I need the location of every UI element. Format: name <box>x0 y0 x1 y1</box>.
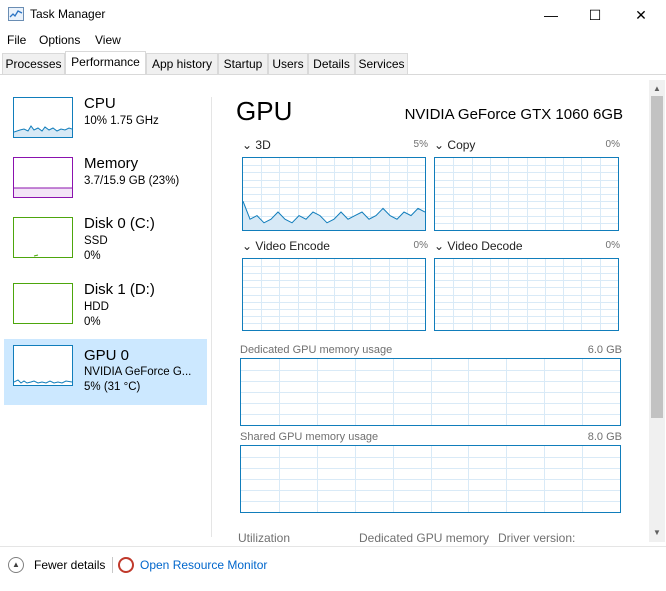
sidebar-item-label: Disk 1 (D:) <box>84 281 155 298</box>
stat-utilization-label: Utilization <box>238 531 291 545</box>
memory-thumbnail-graph <box>13 157 73 198</box>
menu-options[interactable]: Options <box>39 33 80 47</box>
close-icon: ✕ <box>635 6 647 23</box>
chevron-down-icon: ⌄ <box>434 239 445 253</box>
tab-services[interactable]: Services <box>355 53 408 74</box>
menu-view[interactable]: View <box>95 33 121 47</box>
open-resource-monitor-link[interactable]: Open Resource Monitor <box>140 558 267 572</box>
graph-copy <box>434 157 619 231</box>
engine-selector-3d[interactable]: ⌄ 3D <box>242 138 271 152</box>
graph-3d-grid <box>243 158 425 230</box>
sidebar-item-label: CPU <box>84 95 116 112</box>
window-title: Task Manager <box>30 7 106 21</box>
sidebar-item-memory[interactable]: Memory 3.7/15.9 GB (23%) <box>4 151 207 217</box>
engine-percent-video-decode: 0% <box>605 240 620 251</box>
graph-shared-grid <box>241 446 620 512</box>
scroll-up-arrow-icon[interactable]: ▲ <box>649 82 665 96</box>
cpu-thumbnail-graph <box>13 97 73 138</box>
sidebar-item-label: Memory <box>84 155 139 172</box>
graph-video-encode <box>242 258 426 331</box>
sidebar-item-label: GPU 0 <box>84 347 130 364</box>
tab-strip: Processes Performance App history Startu… <box>0 51 666 75</box>
sidebar-item-disk-1[interactable]: Disk 1 (D:) HDD 0% <box>4 277 207 343</box>
engine-selector-copy[interactable]: ⌄ Copy <box>434 138 475 152</box>
shared-memory-label: Shared GPU memory usage <box>240 431 379 443</box>
tab-startup[interactable]: Startup <box>218 53 268 74</box>
graph-decode-grid <box>435 259 618 330</box>
close-button[interactable]: ✕ <box>618 0 664 30</box>
tab-users[interactable]: Users <box>268 53 308 74</box>
engine-percent-3d: 5% <box>413 139 428 150</box>
bottom-separator <box>112 557 113 573</box>
disk-0-thumbnail-graph <box>13 217 73 258</box>
engine-percent-copy: 0% <box>605 139 620 150</box>
graph-dedicated-grid <box>241 359 620 425</box>
shared-memory-value: 8.0 GB <box>587 431 622 443</box>
graph-dedicated-memory <box>240 358 621 426</box>
sidebar-item-usage: 0% <box>84 316 101 328</box>
minimize-icon: — <box>544 7 558 23</box>
sidebar-item-detail: 10% 1.75 GHz <box>84 115 159 127</box>
chevron-down-icon: ⌄ <box>434 138 445 152</box>
dedicated-memory-value: 6.0 GB <box>587 344 622 356</box>
sidebar-item-disk-0[interactable]: Disk 0 (C:) SSD 0% <box>4 211 207 277</box>
dedicated-memory-label: Dedicated GPU memory usage <box>240 344 393 356</box>
scrollbar-thumb[interactable] <box>651 96 663 418</box>
graph-shared-memory <box>240 445 621 513</box>
page-title: GPU <box>236 96 293 126</box>
sidebar-item-label: Disk 0 (C:) <box>84 215 155 232</box>
stat-dedicated-memory-label: Dedicated GPU memory <box>359 531 490 545</box>
graph-encode-grid <box>243 259 425 330</box>
minimize-button[interactable]: — <box>528 0 574 30</box>
engine-selector-video-decode[interactable]: ⌄ Video Decode <box>434 239 523 253</box>
chevron-down-icon: ⌄ <box>242 239 253 253</box>
vertical-scrollbar[interactable]: ▲ ▼ <box>649 80 665 542</box>
sidebar-item-detail: SSD <box>84 235 108 247</box>
scroll-down-arrow-icon[interactable]: ▼ <box>649 526 665 540</box>
chevron-down-icon: ⌄ <box>242 138 253 152</box>
sidebar-item-cpu[interactable]: CPU 10% 1.75 GHz <box>4 91 207 157</box>
performance-sidebar: CPU 10% 1.75 GHz Memory 3.7/15.9 GB (23%… <box>0 75 212 540</box>
graph-copy-grid <box>435 158 618 230</box>
engine-percent-video-encode: 0% <box>413 240 428 251</box>
chevron-up-circle-icon[interactable]: ▲ <box>8 557 24 573</box>
fewer-details-button[interactable]: Fewer details <box>34 558 105 572</box>
stat-driver-version-label: Driver version: <box>498 531 576 545</box>
task-manager-app-icon <box>8 7 24 21</box>
disk-1-thumbnail-graph <box>13 283 73 324</box>
resource-monitor-icon[interactable] <box>118 557 134 573</box>
sidebar-item-usage: 5% (31 °C) <box>84 381 141 393</box>
sidebar-item-detail: HDD <box>84 301 109 313</box>
tab-app-history[interactable]: App history <box>146 53 218 74</box>
sidebar-item-detail: NVIDIA GeForce G... <box>84 366 192 378</box>
maximize-icon: ☐ <box>588 6 602 23</box>
tab-processes[interactable]: Processes <box>2 53 65 74</box>
sidebar-item-gpu-0[interactable]: GPU 0 NVIDIA GeForce G... 5% (31 °C) <box>4 339 207 405</box>
graph-video-decode <box>434 258 619 331</box>
sidebar-item-detail: 3.7/15.9 GB (23%) <box>84 175 180 187</box>
maximize-button[interactable]: ☐ <box>572 0 618 30</box>
menu-file[interactable]: File <box>7 33 26 47</box>
gpu-model-name: NVIDIA GeForce GTX 1060 6GB <box>404 106 623 123</box>
tab-details[interactable]: Details <box>308 53 355 74</box>
sidebar-item-usage: 0% <box>84 250 101 262</box>
gpu-0-thumbnail-graph <box>13 345 73 386</box>
tab-performance[interactable]: Performance <box>65 51 146 75</box>
graph-3d <box>242 157 426 231</box>
sidebar-divider <box>211 97 212 537</box>
engine-selector-video-encode[interactable]: ⌄ Video Encode <box>242 239 330 253</box>
